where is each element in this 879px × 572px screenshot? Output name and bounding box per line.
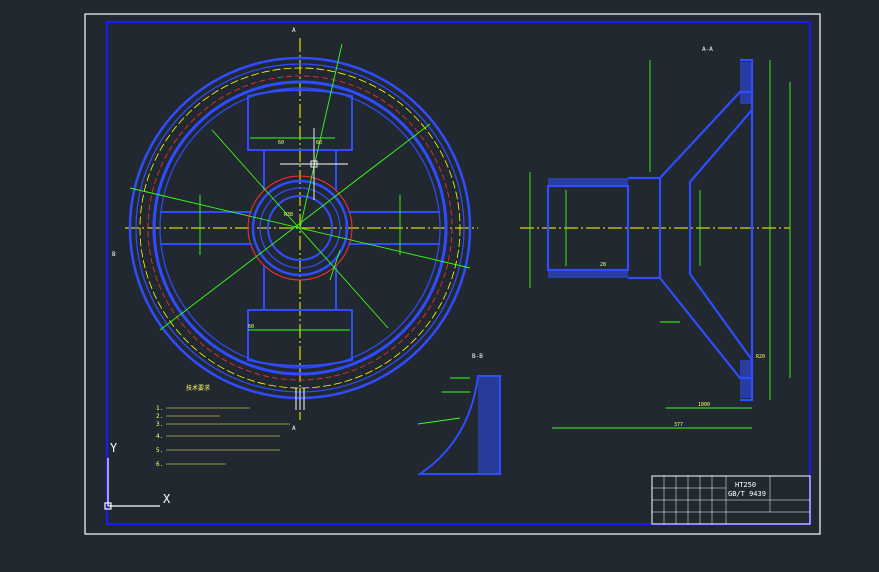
dim-d5: 1000 (698, 402, 710, 408)
sheet-border (84, 13, 821, 535)
front-view[interactable] (125, 38, 478, 420)
note-3: 3. (156, 421, 163, 428)
dim-d3: R38 (284, 212, 293, 218)
note-2: 2. (156, 413, 163, 420)
note-6: 6. (156, 461, 163, 468)
note-5: 5. (156, 447, 163, 454)
section-view-bb[interactable] (416, 375, 501, 475)
notes-title: 技术要求 (186, 384, 210, 392)
ucs-y-label: Y (110, 441, 118, 455)
cad-drawing-canvas[interactable]: A A B A-A B-B 技术要求 1. 2. 3. 4. 5. 6. 60 … (0, 0, 879, 572)
note-1: 1. (156, 405, 163, 412)
note-4: 4. (156, 433, 163, 440)
dim-d2: 60 (316, 140, 322, 146)
ucs-x-label: X (163, 492, 171, 506)
label-view-aa: A-A (702, 46, 713, 53)
title-block[interactable] (651, 475, 811, 525)
mark-a-top: A (292, 27, 296, 34)
dim-d1: 60 (278, 140, 284, 146)
dim-d8: 60 (248, 324, 254, 330)
section-view-aa[interactable] (520, 58, 791, 429)
dim-d6: R20 (756, 354, 765, 360)
label-view-bb: B-B (472, 353, 483, 360)
ucs-icon (104, 458, 160, 510)
drawing-frame (106, 21, 811, 525)
mark-b-left: B (112, 251, 116, 258)
title-standard: GB/T 9439 (728, 490, 766, 498)
title-material: HT250 (735, 481, 756, 489)
dim-d7: 28 (600, 262, 606, 268)
mark-a-bottom: A (292, 425, 296, 432)
dim-d4: 377 (674, 422, 683, 428)
